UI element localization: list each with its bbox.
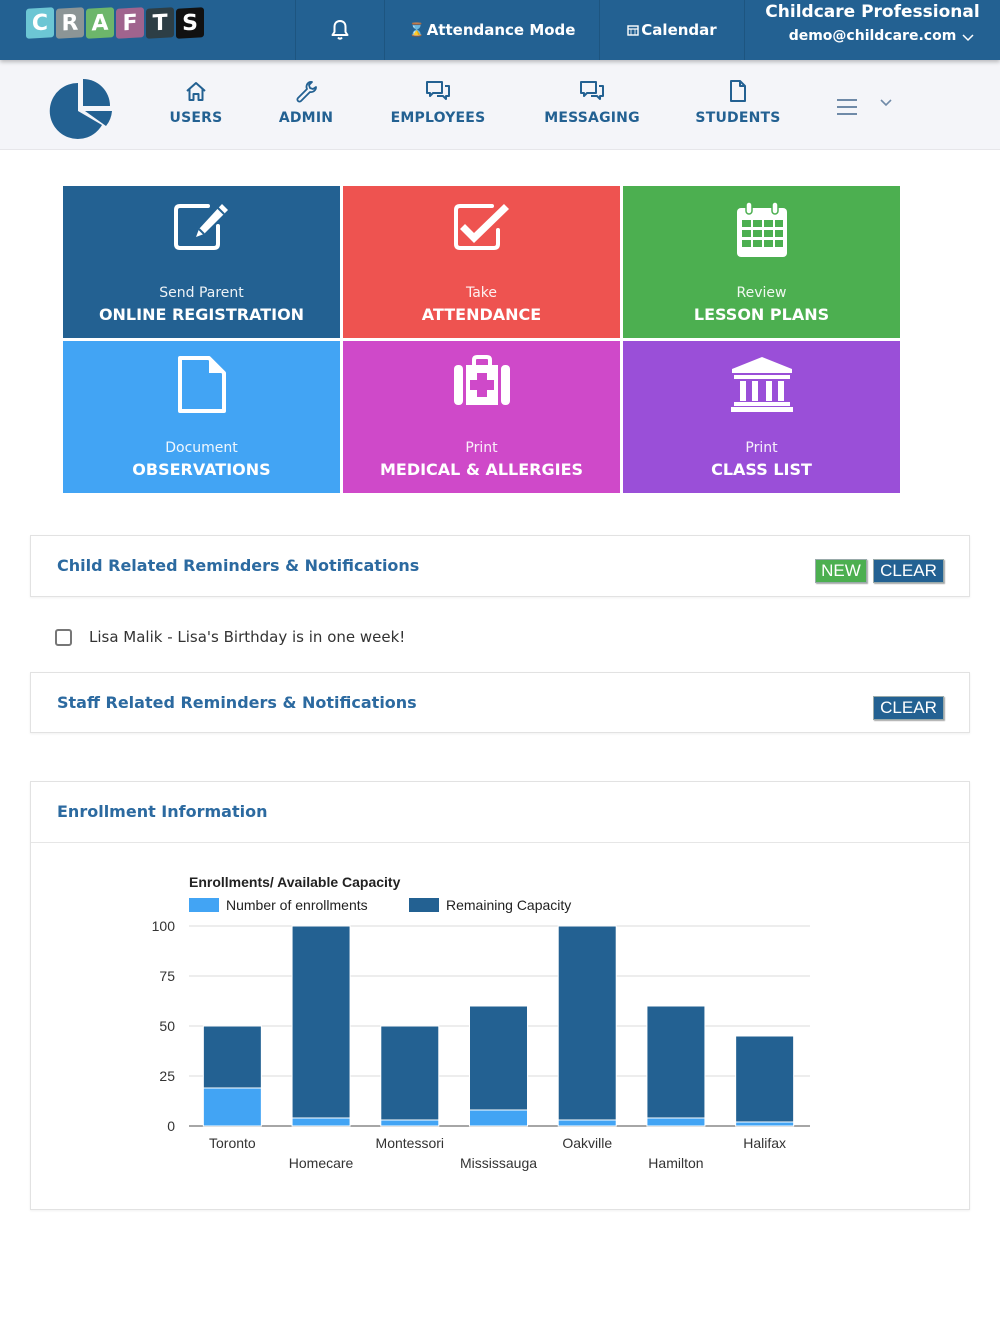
tile-title: LESSON PLANS <box>693 305 830 324</box>
notifications-button[interactable] <box>296 0 384 60</box>
chevron-down-icon[interactable] <box>879 98 893 108</box>
checkbox-icon <box>453 204 509 250</box>
enrollment-title: Enrollment Information <box>57 802 268 821</box>
nav-employees-label: EMPLOYEES <box>390 110 486 126</box>
tile-title: MEDICAL & ALLERGIES <box>379 460 584 479</box>
staff-reminders-title: Staff Related Reminders & Notifications <box>57 693 417 712</box>
child-reminders-title: Child Related Reminders & Notifications <box>57 556 420 575</box>
nav-bar: USERS ADMIN EMPLOYEES MESSAGING STUDENTS <box>0 60 1000 150</box>
tile-title: ATTENDANCE <box>421 305 542 324</box>
reminder-checkbox[interactable] <box>55 628 72 646</box>
home-icon <box>186 82 206 101</box>
legend-label-enrollments: Number of enrollments <box>226 897 368 913</box>
tile-online-registration[interactable]: Send Parent ONLINE REGISTRATION <box>63 186 340 338</box>
document-icon <box>730 80 746 102</box>
edit-icon <box>173 204 228 250</box>
medkit-icon <box>453 355 510 405</box>
logo-letter: C <box>26 7 54 39</box>
clear-child-reminders-button[interactable]: CLEAR <box>873 559 944 583</box>
staff-reminders-panel: Staff Related Reminders & Notifications … <box>30 672 970 733</box>
nav-messaging-label: MESSAGING <box>544 110 640 126</box>
bell-icon <box>331 20 349 40</box>
hamburger-menu-icon[interactable] <box>836 98 858 116</box>
chat-icon <box>580 81 604 100</box>
nav-messaging[interactable]: MESSAGING <box>537 78 647 126</box>
tile-subtitle: Take <box>465 285 498 301</box>
tile-medical-allergies[interactable]: Print MEDICAL & ALLERGIES <box>343 341 620 493</box>
legend-swatch-enrollments <box>189 898 219 912</box>
enrollment-panel: Enrollment Information <box>30 781 970 1210</box>
tile-observations[interactable]: Document OBSERVATIONS <box>63 341 340 493</box>
tile-subtitle: Print <box>465 440 498 456</box>
nav-users-label: USERS <box>169 110 223 126</box>
legend-enrollments[interactable]: Number of enrollments <box>189 897 368 913</box>
logo-letter: S <box>176 7 204 39</box>
tile-subtitle: Review <box>736 285 787 301</box>
nav-students-label: STUDENTS <box>695 110 781 126</box>
nav-students[interactable]: STUDENTS <box>690 78 786 126</box>
attendance-mode-label: Attendance Mode <box>426 21 576 39</box>
legend-swatch-remaining <box>409 898 439 912</box>
institution-icon <box>730 357 793 412</box>
tile-subtitle: Print <box>745 440 778 456</box>
user-menu[interactable]: Childcare Professional demo@childcare.co… <box>745 0 1000 60</box>
child-reminders-panel: Child Related Reminders & Notifications … <box>30 535 970 597</box>
clear-staff-reminders-button[interactable]: CLEAR <box>873 696 944 720</box>
calendar-icon <box>736 201 787 257</box>
legend-label-remaining: Remaining Capacity <box>446 897 572 913</box>
logo-letter: F <box>116 7 144 39</box>
nav-admin-label: ADMIN <box>278 110 334 126</box>
tile-title: CLASS LIST <box>711 460 812 479</box>
divider <box>31 842 969 843</box>
hourglass-icon: ⌛ <box>408 22 425 38</box>
nav-admin[interactable]: ADMIN <box>270 78 342 126</box>
logo-letter: A <box>86 7 114 39</box>
tile-subtitle: Document <box>165 440 238 456</box>
nav-employees[interactable]: EMPLOYEES <box>383 78 493 126</box>
calendar-label: Calendar <box>641 21 717 39</box>
wrench-icon <box>296 81 317 103</box>
quick-action-tiles: Send Parent ONLINE REGISTRATION Take ATT… <box>63 186 900 493</box>
calendar-button[interactable]: Calendar <box>600 0 744 60</box>
tile-lesson-plans[interactable]: Review LESSON PLANS <box>623 186 900 338</box>
nav-users[interactable]: USERS <box>160 78 232 126</box>
attendance-mode-button[interactable]: ⌛ Attendance Mode <box>385 0 599 60</box>
logo-letter: R <box>56 7 84 39</box>
tile-attendance[interactable]: Take ATTENDANCE <box>343 186 620 338</box>
top-bar: CRAFTS ⌛ Attendance Mode Calendar Childc… <box>0 0 1000 60</box>
user-name: Childcare Professional <box>765 2 980 22</box>
tile-title: OBSERVATIONS <box>132 460 271 479</box>
legend-remaining[interactable]: Remaining Capacity <box>409 897 571 913</box>
pie-chart-logo-icon[interactable] <box>48 77 114 141</box>
reminder-text: Lisa Malik - Lisa's Birthday is in one w… <box>89 628 406 646</box>
calendar-icon <box>627 25 639 36</box>
tile-class-list[interactable]: Print CLASS LIST <box>623 341 900 493</box>
chevron-down-icon <box>962 34 974 42</box>
tile-subtitle: Send Parent <box>159 285 244 301</box>
chart-title: Enrollments/ Available Capacity <box>189 874 401 890</box>
reminder-item[interactable]: Lisa Malik - Lisa's Birthday is in one w… <box>55 628 405 646</box>
document-icon <box>177 356 226 413</box>
tile-title: ONLINE REGISTRATION <box>98 305 305 324</box>
logo-letter: T <box>146 7 174 39</box>
new-button[interactable]: NEW <box>815 559 867 583</box>
crafts-logo[interactable]: CRAFTS <box>26 7 204 39</box>
chat-icon <box>426 81 450 100</box>
